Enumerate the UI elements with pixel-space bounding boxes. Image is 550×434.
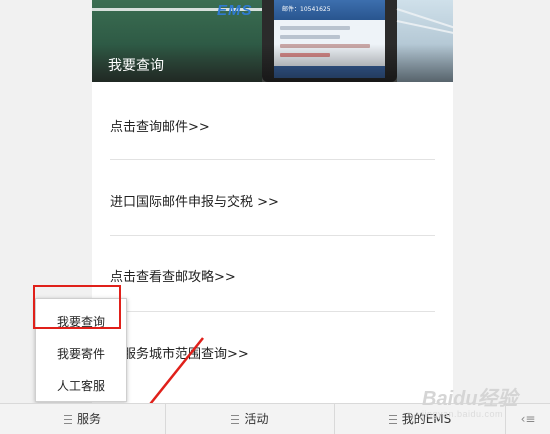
menu-icon <box>388 415 397 424</box>
annotation-arrow-icon <box>136 337 204 422</box>
tab-activity-label: 活动 <box>244 412 269 426</box>
menu-icon <box>231 415 240 424</box>
tab-activity[interactable]: 活动 <box>166 404 334 434</box>
baidu-watermark: Baidu经验 jingyan.baidu.com <box>422 388 518 419</box>
menu-icon <box>63 415 72 424</box>
tab-service[interactable]: 服务 <box>0 404 165 434</box>
tab-service-label: 服务 <box>76 412 101 426</box>
